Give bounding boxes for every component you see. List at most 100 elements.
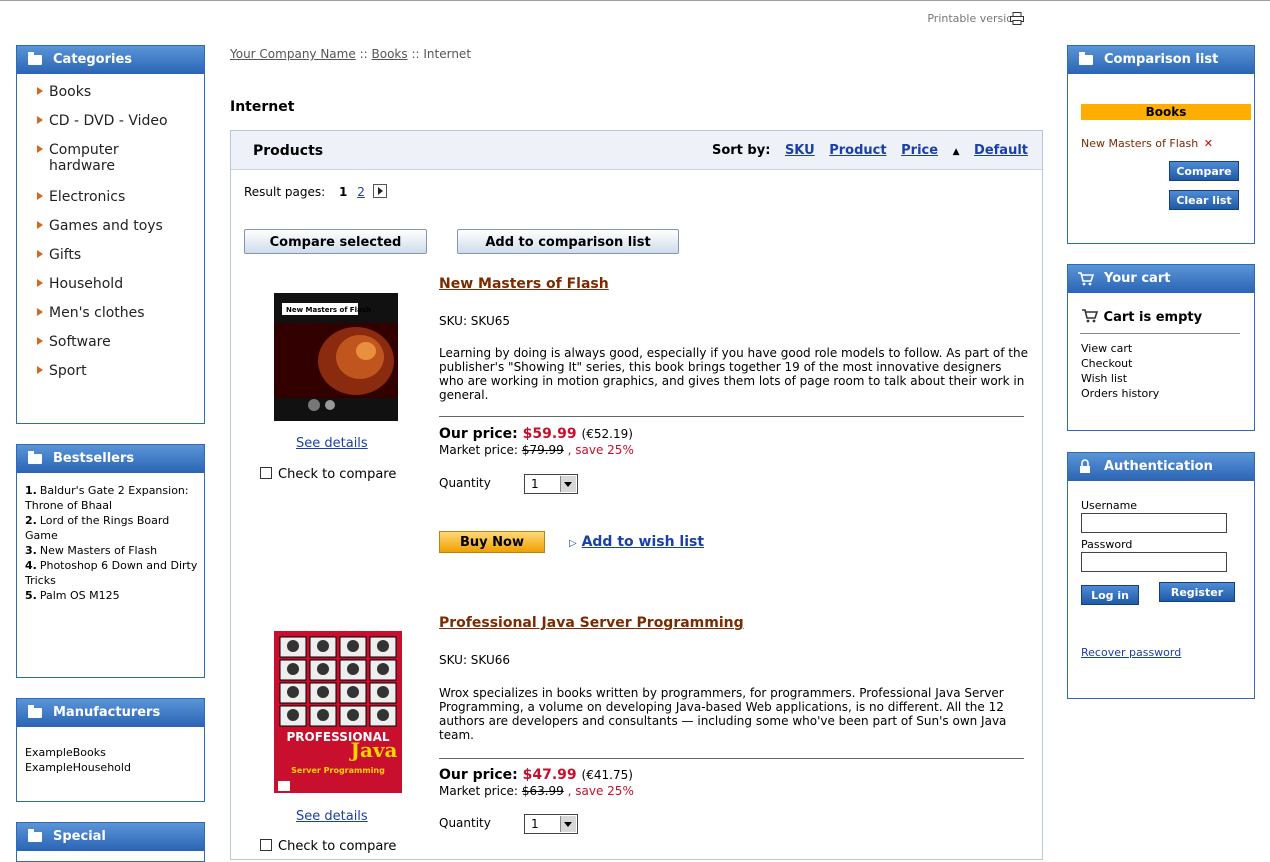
category-label[interactable]: Software	[49, 334, 111, 350]
market-price-value: $63.99	[521, 784, 564, 798]
manufacturer-item[interactable]: ExampleBooks	[25, 745, 204, 760]
category-label[interactable]: Sport	[49, 363, 87, 379]
check-to-compare[interactable]: Check to compare	[260, 839, 396, 854]
bestseller-title[interactable]: Palm OS M125	[40, 589, 120, 602]
sort-product-link[interactable]: Product	[829, 143, 886, 158]
comparison-title: Comparison list	[1104, 52, 1219, 67]
product-sku: SKU: SKU66	[439, 653, 511, 667]
category-item[interactable]: Books	[37, 84, 204, 113]
sort-price-link[interactable]: Price	[901, 143, 938, 158]
category-item[interactable]: Computer hardware	[37, 142, 204, 189]
remove-icon[interactable]: ✕	[1204, 137, 1213, 150]
category-item[interactable]: Games and toys	[37, 218, 204, 247]
add-to-wishlist[interactable]: ▷ Add to wish list	[569, 534, 704, 550]
bestseller-title[interactable]: Baldur's Gate 2 Expansion: Throne of Bha…	[25, 484, 189, 512]
password-input[interactable]	[1081, 552, 1227, 572]
bestseller-item[interactable]: 4. Photoshop 6 Down and Dirty Tricks	[25, 558, 198, 588]
category-label[interactable]: Gifts	[49, 247, 81, 263]
arrow-right-icon	[37, 192, 43, 200]
bestseller-title[interactable]: Photoshop 6 Down and Dirty Tricks	[25, 559, 197, 587]
cart-link[interactable]: Orders history	[1081, 386, 1159, 401]
username-input[interactable]	[1081, 513, 1227, 533]
username-label: Username	[1081, 499, 1138, 512]
buy-now-button[interactable]: Buy Now	[439, 531, 545, 553]
bestseller-rank: 3.	[25, 544, 37, 557]
category-label[interactable]: Electronics	[49, 189, 125, 205]
sort-default-link[interactable]: Default	[974, 143, 1028, 158]
compare-checkbox[interactable]	[260, 839, 272, 851]
breadcrumb-separator: ::	[411, 47, 420, 61]
cart-link[interactable]: Checkout	[1081, 356, 1159, 371]
our-price: Our price: $47.99 (€41.75)	[439, 767, 633, 783]
add-to-wishlist-link[interactable]: Add to wish list	[582, 534, 704, 550]
bestseller-item[interactable]: 1. Baldur's Gate 2 Expansion: Throne of B…	[25, 483, 198, 513]
product-title-link[interactable]: New Masters of Flash	[439, 276, 609, 292]
category-label[interactable]: Computer hardware	[49, 142, 169, 174]
bestseller-item[interactable]: 3. New Masters of Flash	[25, 543, 198, 558]
register-button[interactable]: Register	[1159, 582, 1235, 602]
category-label[interactable]: Games and toys	[49, 218, 163, 234]
category-label[interactable]: CD - DVD - Video	[49, 113, 168, 129]
arrow-right-icon	[37, 116, 43, 124]
quantity-value: 1	[531, 817, 539, 831]
compare-button[interactable]: Compare	[1169, 161, 1239, 181]
our-price-value: $59.99	[522, 426, 577, 442]
category-item[interactable]: Men's clothes	[37, 305, 204, 334]
author-face	[377, 709, 389, 721]
clear-list-button[interactable]: Clear list	[1169, 190, 1239, 210]
compare-checkbox[interactable]	[260, 467, 272, 479]
login-button[interactable]: Log in	[1081, 585, 1139, 605]
quantity-label: Quantity	[439, 816, 491, 830]
arrow-right-icon	[37, 279, 43, 287]
comparison-item-name[interactable]: New Masters of Flash	[1081, 137, 1198, 150]
product-title-link[interactable]: Professional Java Server Programming	[439, 615, 744, 631]
sort-sku-link[interactable]: SKU	[785, 143, 815, 158]
comparison-header: Comparison list	[1068, 46, 1254, 74]
product-cover-image[interactable]: New Masters of Flash	[274, 293, 398, 421]
bestseller-item[interactable]: 5. Palm OS M125	[25, 588, 198, 603]
categories-title: Categories	[53, 52, 133, 67]
product-cover-image[interactable]: PROFESSIONAL Java Server Programming	[274, 631, 402, 793]
cart-link[interactable]: Wish list	[1081, 371, 1159, 386]
products-header-bar: Products Sort by: SKU Product Price ▲ De…	[231, 131, 1042, 170]
see-details-link[interactable]: See details	[296, 436, 368, 451]
category-item[interactable]: Household	[37, 276, 204, 305]
bestseller-title[interactable]: New Masters of Flash	[40, 544, 157, 557]
printable-version-link[interactable]: Printable version	[927, 12, 1020, 25]
category-label[interactable]: Household	[49, 276, 123, 292]
cart-link[interactable]: View cart	[1081, 341, 1159, 356]
page-2-link[interactable]: 2	[357, 185, 365, 199]
recover-password-link[interactable]: Recover password	[1081, 645, 1181, 660]
category-item[interactable]: Gifts	[37, 247, 204, 276]
quantity-select[interactable]: 1	[524, 814, 578, 834]
check-to-compare[interactable]: Check to compare	[260, 467, 396, 482]
add-to-comparison-button[interactable]: Add to comparison list	[457, 229, 679, 254]
divider	[1080, 333, 1240, 334]
author-face	[347, 686, 359, 698]
breadcrumb-books-link[interactable]: Books	[372, 47, 408, 61]
category-label[interactable]: Books	[49, 84, 91, 100]
category-item[interactable]: Software	[37, 334, 204, 363]
special-title: Special	[53, 829, 106, 844]
printer-icon[interactable]	[1010, 12, 1024, 25]
cart-empty-icon	[1082, 309, 1099, 323]
category-item[interactable]: Electronics	[37, 189, 204, 218]
our-price-label: Our price:	[439, 426, 518, 442]
quantity-select[interactable]: 1	[524, 474, 578, 494]
next-page-icon[interactable]	[372, 184, 387, 198]
bestseller-item[interactable]: 2. Lord of the Rings Board Game	[25, 513, 198, 543]
manufacturers-list: ExampleBooks ExampleHousehold	[17, 727, 204, 775]
compare-selected-button[interactable]: Compare selected	[244, 229, 427, 254]
result-pages-label: Result pages:	[244, 185, 326, 199]
bestseller-rank: 1.	[25, 484, 37, 497]
see-details-link[interactable]: See details	[296, 809, 368, 824]
category-item[interactable]: CD - DVD - Video	[37, 113, 204, 142]
special-panel: Special	[16, 822, 205, 862]
breadcrumb-company-link[interactable]: Your Company Name	[230, 47, 356, 61]
category-item[interactable]: Sport	[37, 363, 204, 392]
manufacturer-item[interactable]: ExampleHousehold	[25, 760, 204, 775]
comparison-group-label: Books	[1081, 104, 1251, 120]
category-label[interactable]: Men's clothes	[49, 305, 145, 321]
author-face	[347, 663, 359, 675]
bestseller-title[interactable]: Lord of the Rings Board Game	[25, 514, 169, 542]
